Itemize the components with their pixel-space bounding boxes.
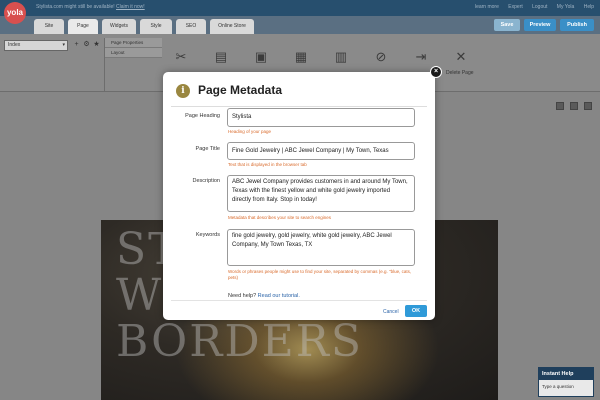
keywords-textarea[interactable]: fine gold jewelry, gold jewelry, white g… — [227, 229, 415, 266]
delete-page-icon[interactable]: ✕ — [452, 48, 470, 66]
compass-icon[interactable]: ⊘ — [372, 48, 390, 66]
keywords-label: Keywords — [195, 232, 220, 238]
canvas-tool-3-icon[interactable] — [584, 102, 592, 110]
top-bar: Stylista.com might still be available! C… — [0, 0, 600, 16]
page-title-label: Page Title — [195, 146, 220, 152]
save-button[interactable]: Save — [494, 19, 520, 31]
info-icon: i — [176, 84, 190, 98]
tutorial-link[interactable]: Read our tutorial. — [258, 293, 300, 299]
expert-link[interactable]: Expert — [508, 4, 522, 10]
favorite-star-icon[interactable]: ★ — [92, 40, 101, 49]
dialog-header: i Page Metadata — [163, 72, 435, 108]
image-layout-icon[interactable]: ▦ — [292, 48, 310, 66]
description-textarea[interactable]: ABC Jewel Company provides customers in … — [227, 175, 415, 212]
yola-logo[interactable]: yola — [4, 2, 26, 24]
page-heading-label: Page Heading — [185, 113, 220, 119]
layout-item[interactable]: Layout — [105, 48, 162, 58]
logout-link[interactable]: Logout — [532, 4, 547, 10]
need-help-label: Need help? — [228, 293, 257, 299]
layout-b-icon[interactable]: ▣ — [252, 48, 270, 66]
page-title-hint: Text that is displayed in the browser ta… — [228, 162, 307, 167]
page-select[interactable]: Index ▾ — [4, 40, 68, 51]
export-page-icon[interactable]: ⇥ — [412, 48, 430, 66]
need-help-text: Need help? Read our tutorial. — [228, 293, 300, 299]
my-yola-link[interactable]: My Yola — [557, 4, 575, 10]
tab-seo[interactable]: SEO — [176, 19, 206, 34]
description-label: Description — [192, 178, 220, 184]
domain-promo: Stylista.com might still be available! C… — [36, 4, 145, 10]
editor-tab-row: Site Page Widgets Style SEO Online Store… — [0, 16, 600, 34]
layout-a-icon[interactable]: ▤ — [212, 48, 230, 66]
help-link[interactable]: Help — [584, 4, 594, 10]
tab-style[interactable]: Style — [140, 19, 172, 34]
canvas-tool-1-icon[interactable] — [556, 102, 564, 110]
settings-gear-icon[interactable]: ⚙ — [82, 40, 91, 49]
instant-help-widget[interactable]: Instant Help Type a question — [538, 367, 594, 397]
publish-button[interactable]: Publish — [560, 19, 594, 31]
canvas-tool-2-icon[interactable] — [570, 102, 578, 110]
chevron-down-icon: ▾ — [62, 42, 65, 48]
tab-online-store[interactable]: Online Store — [210, 19, 254, 34]
page-select-value: Index — [8, 42, 21, 48]
tab-site[interactable]: Site — [34, 19, 64, 34]
account-links: learn more Expert Logout My Yola Help — [467, 4, 594, 10]
tab-page[interactable]: Page — [68, 19, 98, 34]
preview-button[interactable]: Preview — [524, 19, 556, 31]
cut-icon[interactable]: ✂ — [172, 48, 190, 66]
cancel-link[interactable]: Cancel — [383, 309, 399, 315]
page-metadata-dialog: i Page Metadata Page Heading Stylista He… — [163, 72, 435, 320]
instant-help-title: Instant Help — [539, 368, 593, 380]
hero-text-line-3: BORDERS — [116, 316, 364, 367]
page-properties-panel: Page Properties Layout — [104, 38, 162, 92]
footer-divider — [171, 300, 427, 301]
ok-button[interactable]: OK — [405, 305, 427, 317]
hero-text-line-2: W — [116, 270, 164, 321]
dialog-title: Page Metadata — [198, 83, 283, 97]
tab-widgets[interactable]: Widgets — [102, 19, 136, 34]
add-page-icon[interactable]: + — [72, 40, 81, 49]
claim-link[interactable]: Claim it now! — [116, 4, 145, 10]
keywords-hint: Words or phrases people might use to fin… — [228, 269, 412, 280]
help-question-input[interactable]: Type a question — [539, 380, 593, 393]
page-title-input[interactable]: Fine Gold Jewelry | ABC Jewel Company | … — [227, 142, 415, 160]
page-properties-item[interactable]: Page Properties — [105, 38, 162, 48]
learn-more-link[interactable]: learn more — [475, 4, 499, 10]
document-icon[interactable]: ▥ — [332, 48, 350, 66]
description-hint: Metadata that describes your site to sea… — [228, 215, 332, 220]
page-heading-input[interactable]: Stylista — [227, 108, 415, 127]
header-divider — [171, 106, 427, 107]
close-icon[interactable]: × — [430, 66, 442, 78]
page-heading-hint: Heading of your page — [228, 129, 272, 134]
delete-page-label: Delete Page — [446, 70, 474, 76]
promo-text: Stylista.com might still be available! — [36, 4, 115, 10]
